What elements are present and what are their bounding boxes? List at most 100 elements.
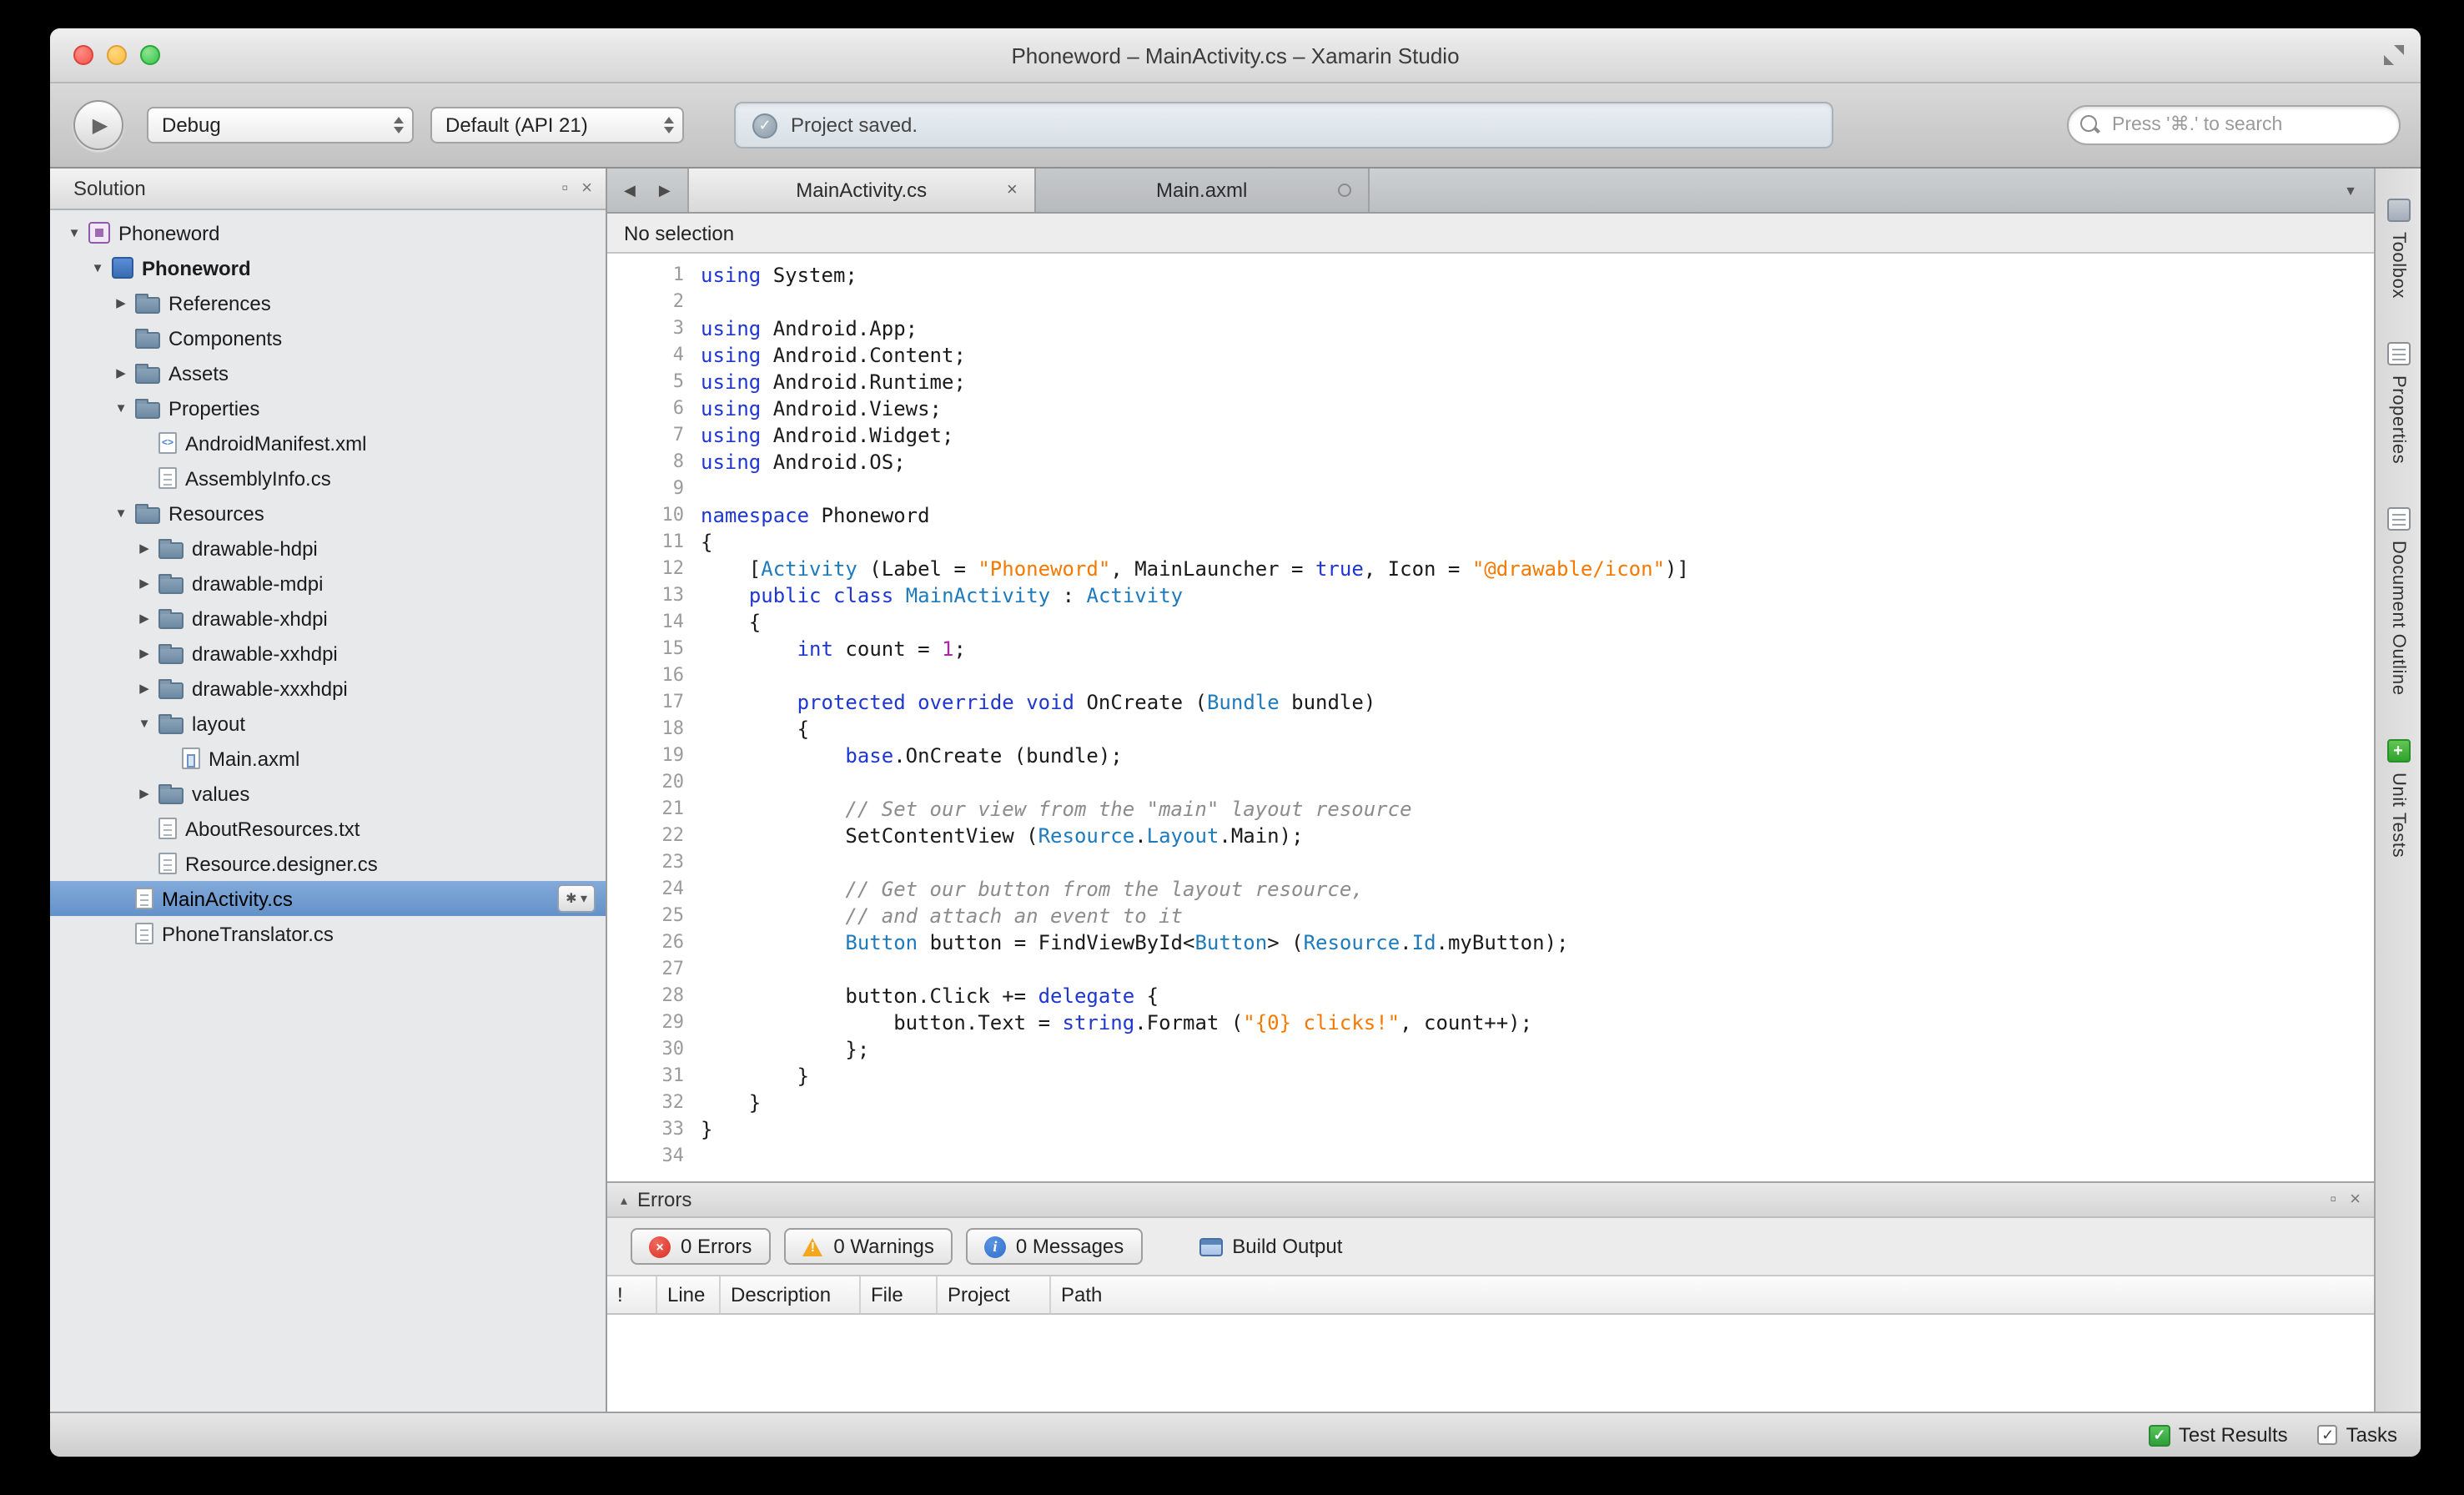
code-line-25[interactable]: 25 // and attach an event to it [607,903,2374,929]
code-line-32[interactable]: 32 } [607,1090,2374,1116]
line-number[interactable]: 29 [607,1009,701,1036]
navigate-back-icon[interactable]: ◀ [624,181,636,199]
collapse-arrow-icon[interactable]: ▼ [63,225,85,240]
errors-filter-button[interactable]: × 0 Errors [631,1228,770,1265]
tree-item-values[interactable]: ▶values [50,776,606,811]
dock-item-document-outline[interactable]: Document Outline [2386,507,2410,696]
title-bar[interactable]: Phoneword – MainActivity.cs – Xamarin St… [50,28,2421,83]
code-line-22[interactable]: 22 SetContentView (Resource.Layout.Main)… [607,823,2374,849]
column-description[interactable]: Description [721,1276,861,1313]
line-number[interactable]: 20 [607,769,701,796]
code-line-17[interactable]: 17 protected override void OnCreate (Bun… [607,689,2374,716]
column-severity[interactable]: ! [607,1276,657,1313]
column-path[interactable]: Path [1051,1276,2374,1313]
item-options-gear-button[interactable]: ✱ ▾ [557,884,596,913]
collapse-arrow-icon[interactable]: ▼ [110,506,132,521]
code-line-1[interactable]: 1using System; [607,262,2374,289]
code-line-5[interactable]: 5using Android.Runtime; [607,369,2374,395]
code-line-15[interactable]: 15 int count = 1; [607,636,2374,662]
tree-item-aboutresources-txt[interactable]: AboutResources.txt [50,811,606,846]
line-number[interactable]: 32 [607,1090,701,1116]
code-line-8[interactable]: 8using Android.OS; [607,449,2374,476]
line-number[interactable]: 8 [607,449,701,476]
code-line-13[interactable]: 13 public class MainActivity : Activity [607,582,2374,609]
tree-item-drawable-xxxhdpi[interactable]: ▶drawable-xxxhdpi [50,671,606,706]
line-number[interactable]: 16 [607,662,701,689]
tab-overflow-icon[interactable]: ▼ [2327,169,2374,212]
code-line-30[interactable]: 30 }; [607,1036,2374,1063]
tree-item-assets[interactable]: ▶Assets [50,355,606,390]
dock-item-properties[interactable]: Properties [2386,342,2410,464]
tab-main-axml[interactable]: Main.axml [1036,169,1370,212]
line-number[interactable]: 12 [607,556,701,582]
expand-arrow-icon[interactable]: ▶ [133,786,155,801]
line-number[interactable]: 4 [607,342,701,369]
tab-mainactivity-cs[interactable]: MainActivity.cs × [689,169,1036,212]
tree-item-androidmanifest-xml[interactable]: AndroidManifest.xml [50,425,606,461]
code-line-33[interactable]: 33} [607,1116,2374,1143]
column-line[interactable]: Line [657,1276,721,1313]
collapse-arrow-icon[interactable]: ▼ [110,400,132,415]
tree-item-phoneword[interactable]: ▼Phoneword [50,215,606,250]
tree-item-drawable-hdpi[interactable]: ▶drawable-hdpi [50,531,606,566]
line-number[interactable]: 14 [607,609,701,636]
code-line-18[interactable]: 18 { [607,716,2374,742]
code-line-16[interactable]: 16 [607,662,2374,689]
tab-indicator-icon[interactable] [1338,184,1351,197]
expand-arrow-icon[interactable]: ▶ [133,681,155,696]
code-line-28[interactable]: 28 button.Click += delegate { [607,983,2374,1009]
line-number[interactable]: 28 [607,983,701,1009]
code-line-3[interactable]: 3using Android.App; [607,315,2374,342]
code-line-11[interactable]: 11{ [607,529,2374,556]
line-number[interactable]: 23 [607,849,701,876]
tree-item-phoneword[interactable]: ▼Phoneword [50,250,606,285]
tree-item-components[interactable]: Components [50,320,606,355]
navigate-forward-icon[interactable]: ▶ [659,181,671,199]
code-line-21[interactable]: 21 // Set our view from the "main" layou… [607,796,2374,823]
code-line-10[interactable]: 10namespace Phoneword [607,502,2374,529]
dock-pad-icon[interactable]: ▫ [561,179,568,199]
tree-item-assemblyinfo-cs[interactable]: AssemblyInfo.cs [50,461,606,496]
code-line-31[interactable]: 31 } [607,1063,2374,1090]
tree-item-resources[interactable]: ▼Resources [50,496,606,531]
device-dropdown[interactable]: Default (API 21) [430,107,684,143]
tree-item-main-axml[interactable]: Main.axml [50,741,606,776]
errors-grid-body[interactable] [607,1315,2374,1412]
expand-arrow-icon[interactable]: ▶ [110,295,132,310]
code-line-14[interactable]: 14 { [607,609,2374,636]
tab-close-icon[interactable]: × [1007,181,1018,199]
dock-item-toolbox[interactable]: Toolbox [2386,199,2410,299]
code-line-19[interactable]: 19 base.OnCreate (bundle); [607,742,2374,769]
code-line-4[interactable]: 4using Android.Content; [607,342,2374,369]
code-line-2[interactable]: 2 [607,289,2374,315]
configuration-dropdown[interactable]: Debug [147,107,414,143]
line-number[interactable]: 22 [607,823,701,849]
close-pad-icon[interactable]: × [2350,1190,2361,1210]
line-number[interactable]: 25 [607,903,701,929]
code-line-23[interactable]: 23 [607,849,2374,876]
tree-item-layout[interactable]: ▼layout [50,706,606,741]
expand-arrow-icon[interactable]: ▶ [133,611,155,626]
code-line-7[interactable]: 7using Android.Widget; [607,422,2374,449]
line-number[interactable]: 30 [607,1036,701,1063]
tree-item-drawable-xxhdpi[interactable]: ▶drawable-xxhdpi [50,636,606,671]
expand-arrow-icon[interactable]: ▶ [133,541,155,556]
line-number[interactable]: 10 [607,502,701,529]
line-number[interactable]: 17 [607,689,701,716]
build-output-button[interactable]: Build Output [1199,1235,1342,1258]
tasks-button[interactable]: ✓ Tasks [2318,1423,2397,1447]
line-number[interactable]: 33 [607,1116,701,1143]
expand-arrow-icon[interactable]: ▶ [133,576,155,591]
line-number[interactable]: 26 [607,929,701,956]
line-number[interactable]: 3 [607,315,701,342]
dock-pad-icon[interactable]: ▫ [2330,1190,2336,1210]
search-input[interactable] [2067,105,2401,145]
tree-item-properties[interactable]: ▼Properties [50,390,606,425]
code-line-27[interactable]: 27 [607,956,2374,983]
line-number[interactable]: 24 [607,876,701,903]
collapse-arrow-icon[interactable]: ▼ [87,260,108,275]
tree-item-drawable-mdpi[interactable]: ▶drawable-mdpi [50,566,606,601]
line-number[interactable]: 2 [607,289,701,315]
tree-item-references[interactable]: ▶References [50,285,606,320]
line-number[interactable]: 6 [607,395,701,422]
